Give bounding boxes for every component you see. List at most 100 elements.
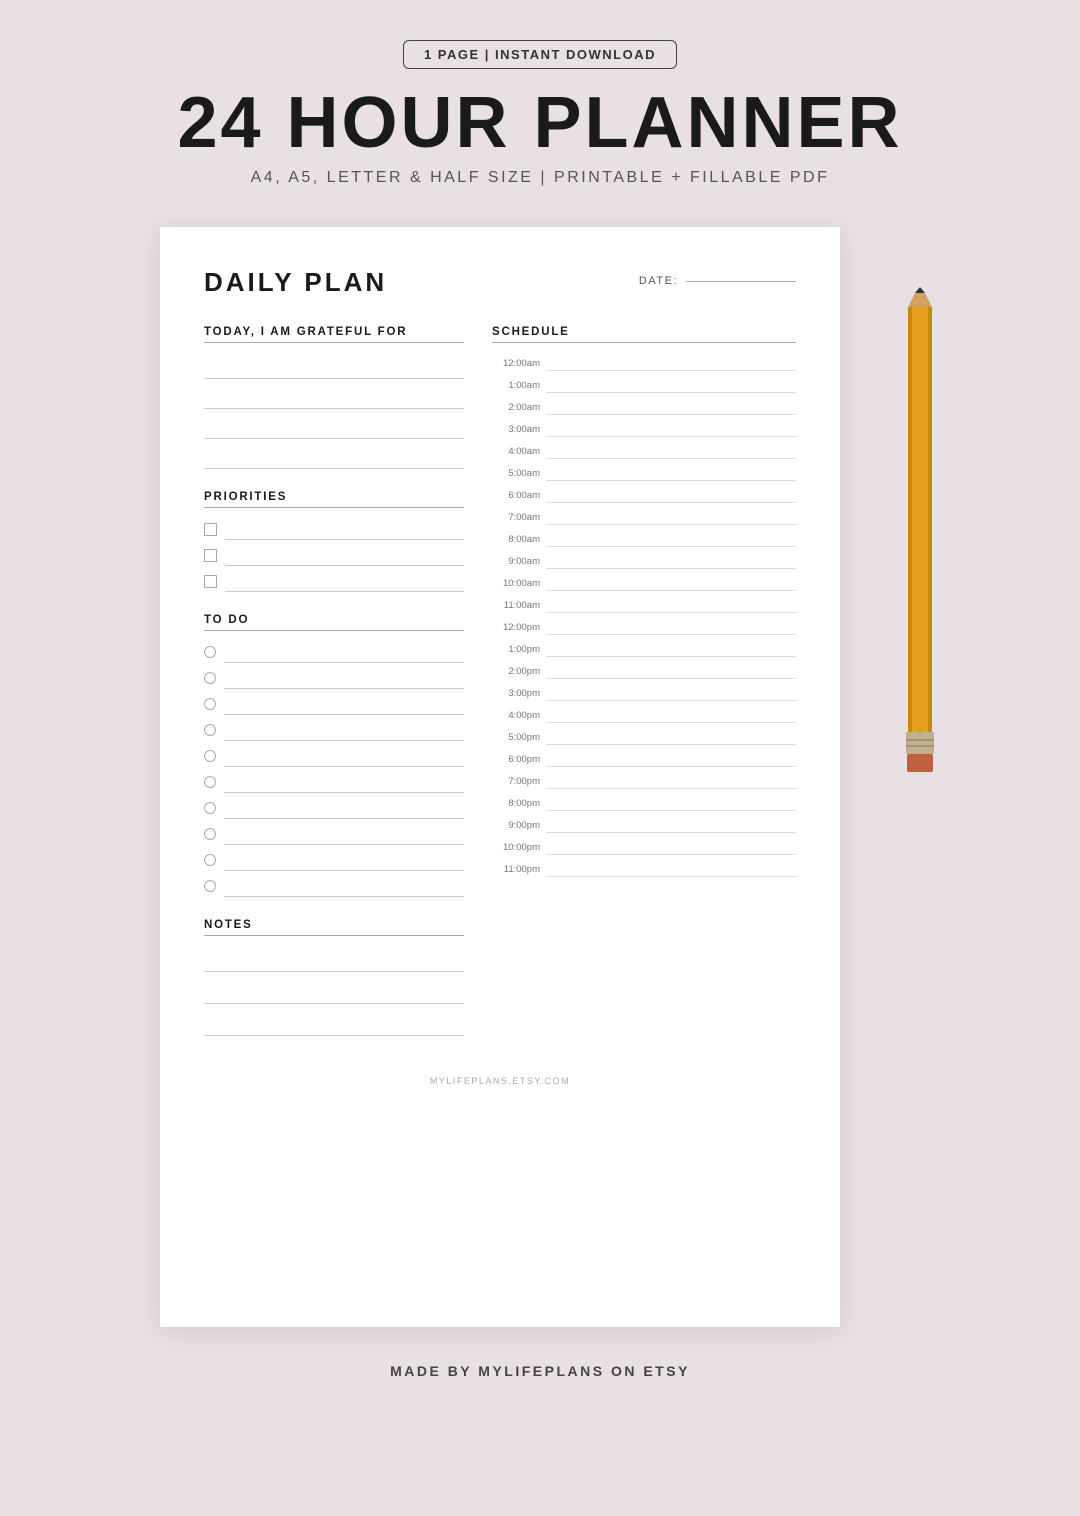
todo-item-1 — [204, 641, 464, 663]
credit-prefix: MADE BY — [390, 1363, 478, 1379]
priority-line-3[interactable] — [225, 570, 464, 592]
todo-circle-7[interactable] — [204, 802, 216, 814]
schedule-write-line[interactable] — [546, 459, 796, 481]
todo-line-1[interactable] — [224, 641, 464, 663]
schedule-row: 6:00am — [492, 481, 796, 503]
schedule-write-line[interactable] — [546, 635, 796, 657]
time-label: 12:00am — [492, 358, 540, 371]
grateful-title: TODAY, I AM GRATEFUL FOR — [204, 326, 464, 343]
time-label: 3:00pm — [492, 688, 540, 701]
time-label: 9:00am — [492, 556, 540, 569]
schedule-row: 10:00pm — [492, 833, 796, 855]
schedule-write-line[interactable] — [546, 393, 796, 415]
schedule-write-line[interactable] — [546, 525, 796, 547]
todo-line-9[interactable] — [224, 849, 464, 871]
priority-checkbox-1[interactable] — [204, 523, 217, 536]
notes-section: NOTES — [204, 919, 464, 1036]
grateful-line-2[interactable] — [204, 383, 464, 409]
priority-checkbox-3[interactable] — [204, 575, 217, 588]
todo-item-3 — [204, 693, 464, 715]
subtitle: A4, A5, LETTER & HALF SIZE | PRINTABLE +… — [251, 169, 830, 187]
schedule-write-line[interactable] — [546, 613, 796, 635]
todo-line-5[interactable] — [224, 745, 464, 767]
schedule-write-line[interactable] — [546, 657, 796, 679]
date-line[interactable] — [686, 281, 796, 282]
time-label: 9:00pm — [492, 820, 540, 833]
todo-circle-1[interactable] — [204, 646, 216, 658]
priorities-section: PRIORITIES — [204, 491, 464, 592]
time-label: 12:00pm — [492, 622, 540, 635]
todo-circle-10[interactable] — [204, 880, 216, 892]
schedule-row: 6:00pm — [492, 745, 796, 767]
schedule-row: 3:00pm — [492, 679, 796, 701]
todo-item-5 — [204, 745, 464, 767]
notes-line-3[interactable] — [204, 1010, 464, 1036]
schedule-row: 5:00am — [492, 459, 796, 481]
schedule-write-line[interactable] — [546, 701, 796, 723]
todo-circle-9[interactable] — [204, 854, 216, 866]
time-label: 11:00pm — [492, 864, 540, 877]
badge-text: | INSTANT DOWNLOAD — [480, 47, 656, 62]
todo-line-8[interactable] — [224, 823, 464, 845]
planner-header: DAILY PLAN DATE: — [204, 267, 796, 298]
schedule-write-line[interactable] — [546, 569, 796, 591]
notes-line-2[interactable] — [204, 978, 464, 1004]
todo-circle-5[interactable] — [204, 750, 216, 762]
schedule-write-line[interactable] — [546, 789, 796, 811]
grateful-line-3[interactable] — [204, 413, 464, 439]
time-label: 10:00am — [492, 578, 540, 591]
todo-item-7 — [204, 797, 464, 819]
todo-line-3[interactable] — [224, 693, 464, 715]
todo-line-10[interactable] — [224, 875, 464, 897]
priority-line-2[interactable] — [225, 544, 464, 566]
priority-line-1[interactable] — [225, 518, 464, 540]
schedule-write-line[interactable] — [546, 437, 796, 459]
time-label: 3:00am — [492, 424, 540, 437]
schedule-row: 9:00am — [492, 547, 796, 569]
schedule-write-line[interactable] — [546, 745, 796, 767]
time-label: 4:00am — [492, 446, 540, 459]
schedule-row: 7:00pm — [492, 767, 796, 789]
todo-circle-4[interactable] — [204, 724, 216, 736]
schedule-write-line[interactable] — [546, 767, 796, 789]
page-area: DAILY PLAN DATE: TODAY, I AM GRATEFUL FO… — [160, 227, 920, 1327]
schedule-rows: 12:00am1:00am2:00am3:00am4:00am5:00am6:0… — [492, 349, 796, 877]
schedule-write-line[interactable] — [546, 547, 796, 569]
schedule-write-line[interactable] — [546, 503, 796, 525]
schedule-write-line[interactable] — [546, 679, 796, 701]
schedule-write-line[interactable] — [546, 591, 796, 613]
todo-circle-6[interactable] — [204, 776, 216, 788]
todo-line-7[interactable] — [224, 797, 464, 819]
schedule-write-line[interactable] — [546, 481, 796, 503]
schedule-write-line[interactable] — [546, 811, 796, 833]
todo-line-4[interactable] — [224, 719, 464, 741]
todo-line-2[interactable] — [224, 667, 464, 689]
credit-brand: MYLIFEPLANS ON ETSY — [478, 1363, 690, 1379]
schedule-write-line[interactable] — [546, 855, 796, 877]
schedule-title: SCHEDULE — [492, 326, 796, 343]
schedule-write-line[interactable] — [546, 349, 796, 371]
schedule-row: 2:00am — [492, 393, 796, 415]
todo-circle-2[interactable] — [204, 672, 216, 684]
todo-line-6[interactable] — [224, 771, 464, 793]
schedule-write-line[interactable] — [546, 833, 796, 855]
time-label: 8:00am — [492, 534, 540, 547]
todo-circle-3[interactable] — [204, 698, 216, 710]
priority-checkbox-2[interactable] — [204, 549, 217, 562]
schedule-write-line[interactable] — [546, 371, 796, 393]
schedule-write-line[interactable] — [546, 415, 796, 437]
schedule-write-line[interactable] — [546, 723, 796, 745]
todo-circle-8[interactable] — [204, 828, 216, 840]
time-label: 5:00pm — [492, 732, 540, 745]
todo-section: TO DO — [204, 614, 464, 897]
grateful-line-4[interactable] — [204, 443, 464, 469]
schedule-row: 12:00pm — [492, 613, 796, 635]
notes-line-1[interactable] — [204, 946, 464, 972]
time-label: 7:00am — [492, 512, 540, 525]
time-label: 1:00am — [492, 380, 540, 393]
time-label: 10:00pm — [492, 842, 540, 855]
priority-item-3 — [204, 570, 464, 592]
schedule-row: 1:00pm — [492, 635, 796, 657]
schedule-row: 9:00pm — [492, 811, 796, 833]
grateful-line-1[interactable] — [204, 353, 464, 379]
